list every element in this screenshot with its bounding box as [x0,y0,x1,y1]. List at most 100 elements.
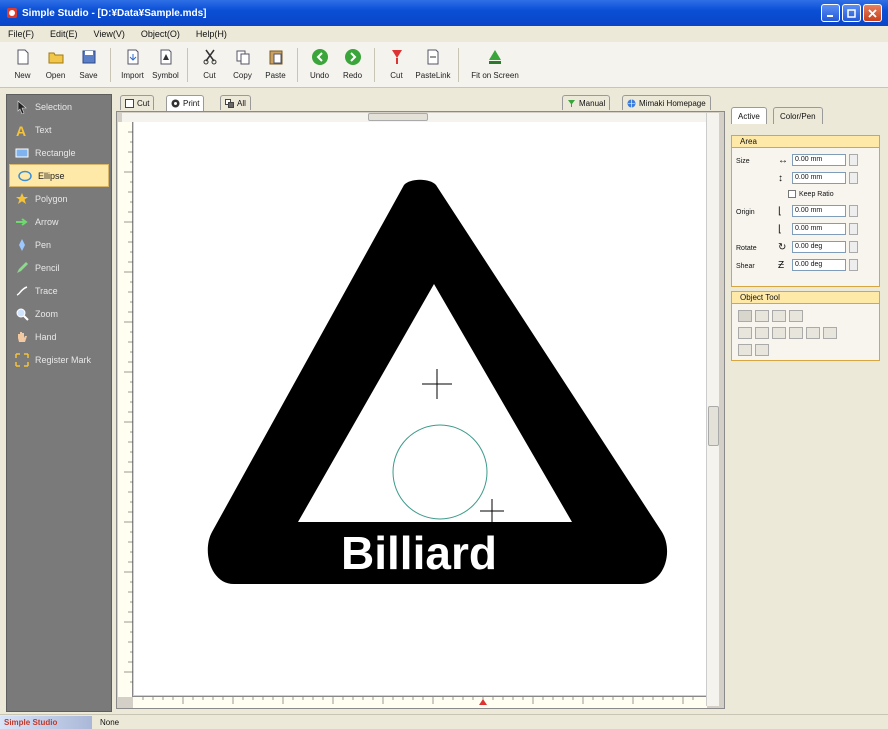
arrow-icon [16,217,28,226]
tool-ellipse[interactable]: Ellipse [9,164,109,187]
text-icon: A [16,123,26,137]
height-spinner[interactable] [849,172,858,184]
menu-file[interactable]: File(F) [8,29,34,39]
new-button[interactable]: New [6,48,39,80]
cut-plot-icon [391,50,402,64]
tool-arrow[interactable]: Arrow [7,210,111,233]
width-spinner[interactable] [849,154,858,166]
keep-ratio-checkbox[interactable] [788,190,796,198]
width-field[interactable]: 0.00 mm [792,154,846,166]
scroll-thumb[interactable] [708,406,719,446]
tool-register-mark[interactable]: Register Mark [7,348,111,371]
horizontal-scrollbar-top[interactable] [122,113,711,122]
shear-spinner[interactable] [849,259,858,271]
ellipse-object[interactable] [392,424,488,520]
open-button[interactable]: Open [39,48,72,80]
height-field[interactable]: 0.00 mm [792,172,846,184]
tab-active[interactable]: Active [731,107,767,124]
toolbar-separator [458,48,459,82]
tool-hand[interactable]: Hand [7,325,111,348]
undo-button[interactable]: Undo [303,48,336,80]
close-button[interactable] [863,4,882,22]
status-bar: Simple Studio None [0,714,888,729]
vertical-scrollbar[interactable] [706,113,719,706]
hand-icon [18,331,27,342]
tool-selection[interactable]: Selection [7,95,111,118]
origin-x-field[interactable]: 0.00 mm [792,205,846,217]
redo-icon [344,49,361,65]
align-center-button[interactable] [755,327,769,339]
save-button[interactable]: Save [72,48,105,80]
symbol-button[interactable]: Symbol [149,48,182,80]
tool-text[interactable]: A Text [7,118,111,141]
tab-mimaki-homepage[interactable]: Mimaki Homepage [622,95,711,110]
cut-view-icon [125,98,134,108]
align-middle-button[interactable] [806,327,820,339]
menu-help[interactable]: Help(H) [196,29,227,39]
document-tabs: Cut Print All Manual Mimaki Homepage [114,95,726,111]
tool-label: Text [35,124,52,135]
distribute-v-button[interactable] [755,344,769,356]
cut-plot-button[interactable]: Cut [380,48,413,80]
origin-y-field[interactable]: 0.00 mm [792,223,846,235]
svg-text:A: A [16,123,26,137]
ungroup-button[interactable] [755,310,769,322]
paste-button[interactable]: Paste [259,48,292,80]
tool-pen[interactable]: Pen [7,233,111,256]
arrow-cursor-icon [17,99,27,114]
fit-screen-button[interactable]: Fit on Screen [464,48,526,80]
tool-label: Selection [35,101,73,112]
rotate-spinner[interactable] [849,241,858,253]
paste-link-button[interactable]: PasteLink [413,48,453,80]
tool-polygon[interactable]: Polygon [7,187,111,210]
billiard-text[interactable]: Billiard [341,527,497,579]
new-label: New [14,71,31,80]
save-icon [82,50,95,64]
tab-print[interactable]: Print [166,95,205,111]
align-top-button[interactable] [789,327,803,339]
tool-panel: Selection A Text Rectangle Ellipse Polyg… [6,94,112,712]
origin-y-icon: ⌊ [778,223,782,235]
group-button[interactable] [738,310,752,322]
front-button[interactable] [772,310,786,322]
tool-rectangle[interactable]: Rectangle [7,141,111,164]
shear-icon: Ƶ [778,259,785,271]
cut-label: Cut [203,71,216,80]
tool-pencil[interactable]: Pencil [7,256,111,279]
tool-zoom[interactable]: Zoom [7,302,111,325]
shear-field[interactable]: 0.00 deg [792,259,846,271]
tool-label: Register Mark [35,354,92,365]
redo-button[interactable]: Redo [336,48,369,80]
copy-button[interactable]: Copy [226,48,259,80]
drawing-canvas[interactable]: Billiard [134,122,706,695]
origin-y-spinner[interactable] [849,223,858,235]
tool-label: Polygon [35,193,68,204]
align-right-button[interactable] [772,327,786,339]
scroll-thumb[interactable] [368,113,428,121]
tab-cut[interactable]: Cut [120,95,155,110]
horizontal-ruler [133,696,707,708]
align-bottom-button[interactable] [823,327,837,339]
rotate-field[interactable]: 0.00 deg [792,241,846,253]
menu-object[interactable]: Object(O) [141,29,180,39]
drawing-page[interactable]: Billiard [134,122,706,695]
drawing-cursor-icon [480,499,504,523]
maximize-button[interactable] [842,4,861,22]
cut-button[interactable]: Cut [193,48,226,80]
import-button[interactable]: Import [116,48,149,80]
maximize-icon [847,8,856,18]
minimize-button[interactable] [821,4,840,22]
back-button[interactable] [789,310,803,322]
import-icon [127,49,138,65]
align-left-button[interactable] [738,327,752,339]
title-bar: Simple Studio - [D:¥Data¥Sample.mds] [0,0,888,26]
tab-color-pen[interactable]: Color/Pen [773,107,823,124]
tab-manual[interactable]: Manual [562,95,611,110]
origin-x-spinner[interactable] [849,205,858,217]
menu-view[interactable]: View(V) [94,29,125,39]
tab-label: Manual [579,98,606,108]
menu-edit[interactable]: Edit(E) [50,29,78,39]
tab-all[interactable]: All [220,95,251,110]
tool-trace[interactable]: Trace [7,279,111,302]
distribute-h-button[interactable] [738,344,752,356]
